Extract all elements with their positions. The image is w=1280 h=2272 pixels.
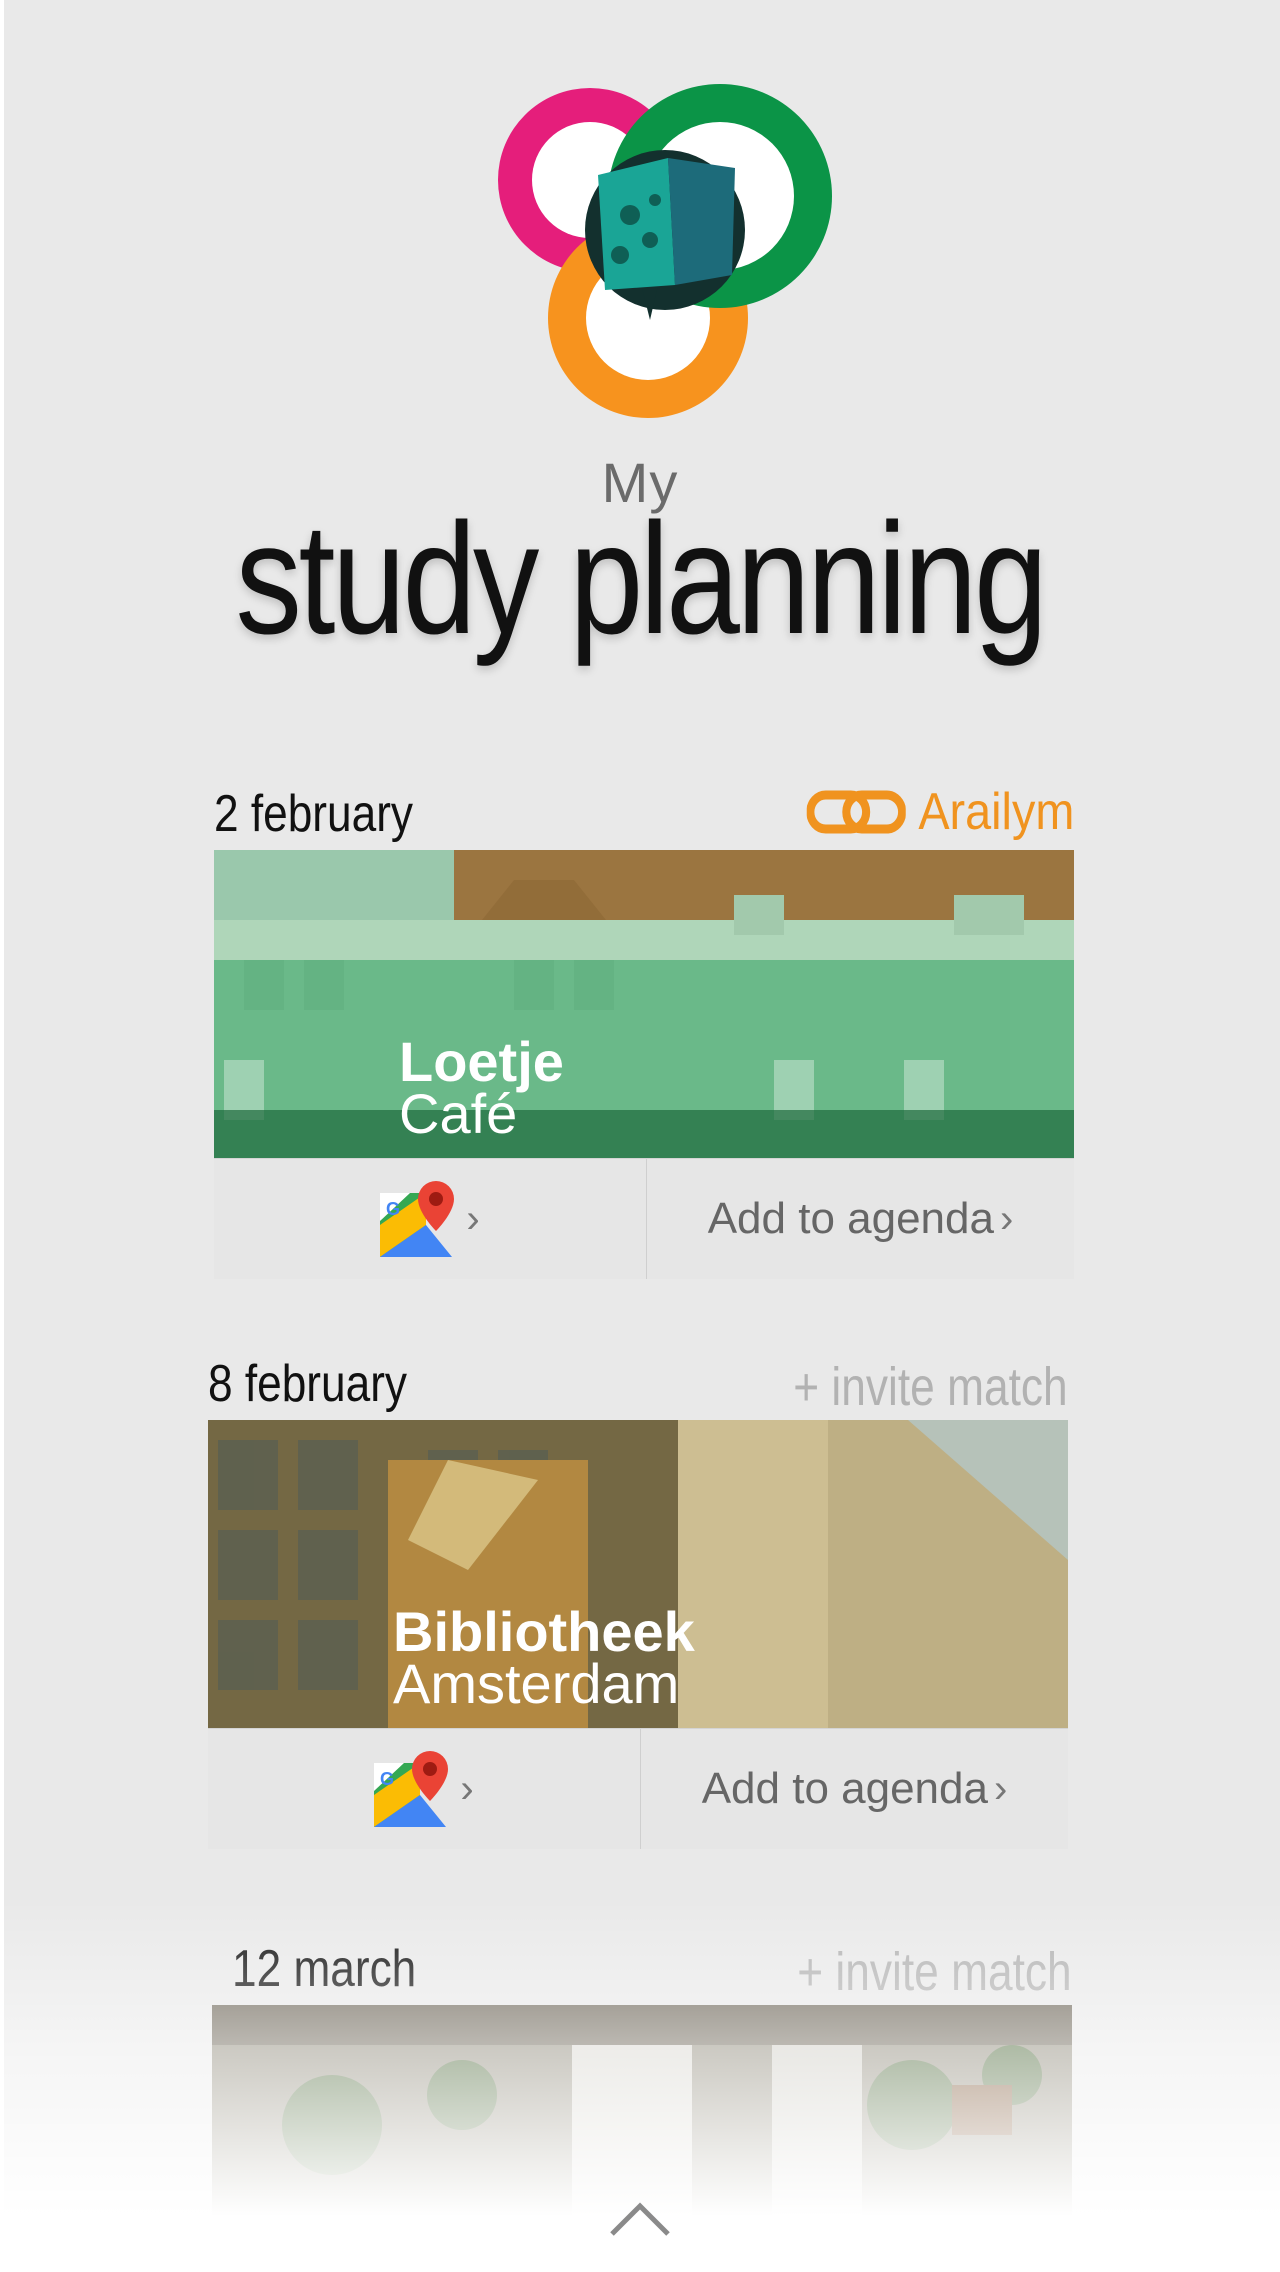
- card-actions: G › Add to agenda ›: [208, 1728, 1068, 1849]
- session-date: 12 march: [232, 1940, 417, 1998]
- chevron-up-icon[interactable]: [608, 2200, 672, 2238]
- add-to-agenda-label: Add to agenda: [701, 1764, 988, 1813]
- google-maps-icon: G: [374, 1751, 449, 1827]
- session-card: 8 february + invite match Bibliotheek Am…: [208, 1330, 1068, 1849]
- google-maps-icon: G: [380, 1181, 455, 1257]
- chevron-right-icon: ›: [466, 1196, 480, 1241]
- add-to-agenda-button[interactable]: Add to agenda ›: [647, 1159, 1074, 1279]
- venue-subtitle: Café: [399, 1082, 518, 1145]
- venue-subtitle: Amsterdam: [393, 1652, 680, 1715]
- open-maps-button[interactable]: G ›: [214, 1159, 647, 1279]
- match-name: Arailym: [917, 783, 1074, 841]
- link-icon: [806, 790, 906, 834]
- chevron-right-icon: ›: [993, 1766, 1008, 1811]
- chevron-right-icon: ›: [999, 1196, 1014, 1241]
- venue-photo[interactable]: Loetje Café: [214, 850, 1074, 1158]
- session-date: 2 february: [214, 785, 414, 843]
- add-to-agenda-label: Add to agenda: [707, 1194, 994, 1243]
- session-card: 12 march + invite match: [212, 1915, 1072, 2245]
- venue-photo[interactable]: Bibliotheek Amsterdam: [208, 1420, 1068, 1728]
- session-card: 2 february Arailym Loetje Café G › Add t…: [214, 760, 1074, 1279]
- session-date: 8 february: [208, 1355, 408, 1413]
- page-title: study planning: [235, 491, 1048, 667]
- invite-match-button[interactable]: + invite match: [794, 1356, 1068, 1418]
- invite-match-button[interactable]: + invite match: [798, 1941, 1072, 2003]
- match-link[interactable]: Arailym: [806, 782, 1074, 842]
- svg-text:G: G: [386, 1199, 400, 1219]
- card-actions: G › Add to agenda ›: [214, 1158, 1074, 1279]
- app-logo: [498, 84, 832, 418]
- venue-photo-image: [214, 850, 1074, 1158]
- add-to-agenda-button[interactable]: Add to agenda ›: [641, 1729, 1068, 1849]
- open-maps-button[interactable]: G ›: [208, 1729, 641, 1849]
- svg-text:G: G: [380, 1769, 394, 1789]
- left-edge: [0, 0, 4, 2272]
- chevron-right-icon: ›: [460, 1766, 474, 1811]
